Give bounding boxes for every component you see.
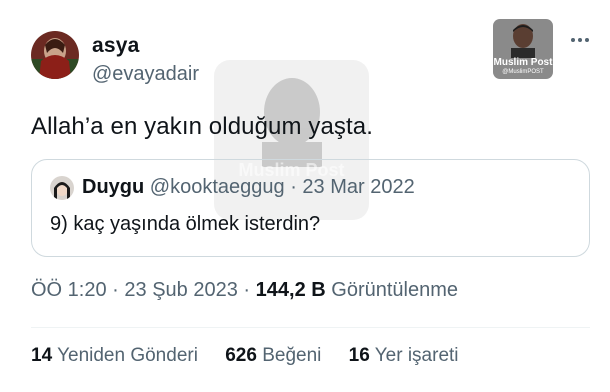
quoted-tweet-text: 9) kaç yaşında ölmek isterdin? xyxy=(50,213,321,235)
views-label: Görüntülenme xyxy=(331,279,459,301)
meta-separator: · xyxy=(243,279,251,301)
tweet-time[interactable]: ÖÖ 1:20 xyxy=(31,279,107,301)
brand-handle: @MuslimPOST xyxy=(502,69,544,75)
more-horizontal-icon[interactable] xyxy=(564,30,596,50)
brand-face-icon xyxy=(511,24,535,58)
divider xyxy=(31,327,590,328)
author-avatar[interactable] xyxy=(31,31,79,79)
quoted-tweet-header: Duygu @kooktaeggug · 23 Mar 2022 xyxy=(82,176,415,199)
brand-title: Muslim Post xyxy=(493,57,553,68)
views-count: 144,2 B xyxy=(255,279,326,301)
engagement-stats: 14 Yeniden Gönderi 626 Beğeni 16 Yer işa… xyxy=(31,345,481,367)
meta-separator: · xyxy=(112,279,119,301)
more-dot xyxy=(571,38,575,42)
likes-stat[interactable]: 626 Beğeni xyxy=(225,345,321,367)
likes-count: 626 xyxy=(225,345,257,366)
author-handle[interactable]: @evayadair xyxy=(92,63,199,86)
bookmarks-stat[interactable]: 16 Yer işareti xyxy=(349,345,459,367)
tweet-text: Allah’a en yakın olduğum yaşta. xyxy=(31,113,373,140)
quoted-date[interactable]: 23 Mar 2022 xyxy=(302,176,414,198)
brand-logo: Muslim Post @MuslimPOST xyxy=(493,19,553,79)
tweet-date[interactable]: 23 Şub 2023 xyxy=(124,279,237,301)
quoted-author-name[interactable]: Duygu xyxy=(82,176,144,198)
more-dot xyxy=(578,38,582,42)
quoted-avatar-image xyxy=(50,176,74,200)
bookmarks-count: 16 xyxy=(348,345,370,366)
more-dot xyxy=(585,38,589,42)
quoted-separator: · xyxy=(290,176,297,198)
retweets-count: 14 xyxy=(31,345,53,366)
author-display-name[interactable]: asya xyxy=(92,34,140,58)
quoted-author-handle[interactable]: @kooktaeggug xyxy=(150,176,285,198)
retweets-label: Yeniden Gönderi xyxy=(57,345,198,366)
quoted-tweet[interactable]: Duygu @kooktaeggug · 23 Mar 2022 9) kaç … xyxy=(31,159,590,257)
tweet-meta: ÖÖ 1:20 · 23 Şub 2023 · 144,2 B Görüntül… xyxy=(31,279,458,302)
retweets-stat[interactable]: 14 Yeniden Gönderi xyxy=(31,345,198,367)
quoted-author-avatar[interactable] xyxy=(50,176,74,200)
author-avatar-image xyxy=(31,31,79,79)
likes-label: Beğeni xyxy=(262,345,322,366)
bookmarks-label: Yer işareti xyxy=(374,345,459,366)
tweet-card: Muslim Post asya @evayadair Muslim Post … xyxy=(0,0,610,392)
